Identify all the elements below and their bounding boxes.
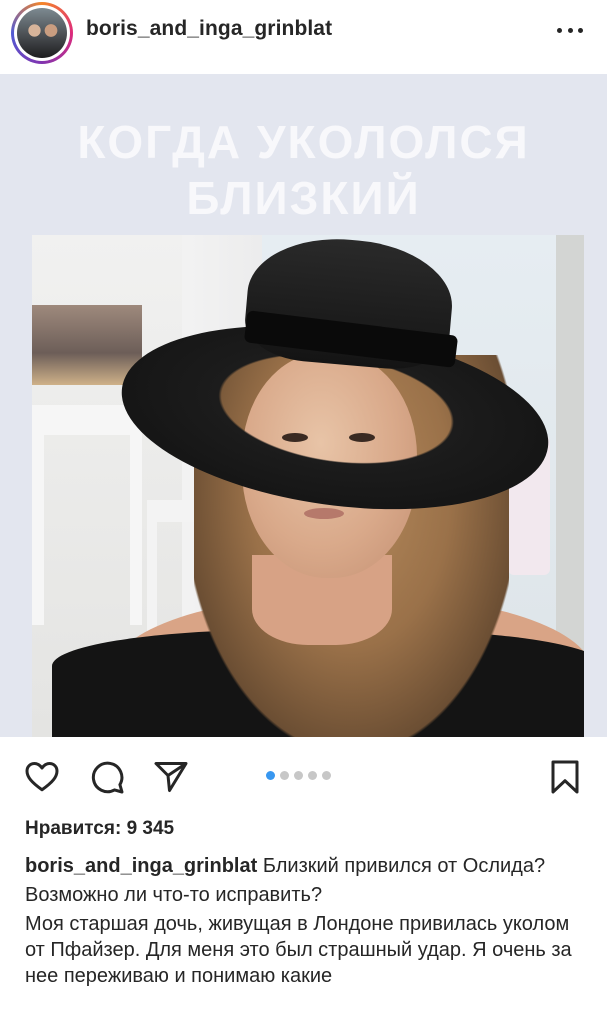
post-title-overlay: КОГДА УКОЛОЛСЯ БЛИЗКИЙ (77, 116, 530, 224)
comment-icon[interactable] (87, 757, 127, 797)
post-actions-bar (0, 737, 607, 817)
carousel-dot (308, 771, 317, 780)
avatar[interactable] (11, 2, 73, 64)
bookmark-icon[interactable] (545, 757, 585, 797)
caption-question: Возможно ли что-то исправить? (25, 884, 323, 906)
caption-username[interactable]: boris_and_inga_grinblat (25, 855, 257, 877)
caption-body: Моя старшая дочь, живущая в Лондоне прив… (25, 913, 572, 987)
carousel-dot (322, 771, 331, 780)
post-caption: boris_and_inga_grinblat Близкий привился… (25, 853, 590, 989)
send-icon[interactable] (151, 757, 191, 797)
post-image[interactable]: КОГДА УКОЛОЛСЯ БЛИЗКИЙ (0, 74, 607, 737)
more-icon[interactable] (557, 18, 583, 42)
heart-icon[interactable] (22, 757, 62, 797)
header-username[interactable]: boris_and_inga_grinblat (86, 17, 332, 41)
caption-text: Близкий привился от Ослида? (257, 855, 546, 877)
post-photo (32, 235, 584, 737)
carousel-dot (280, 771, 289, 780)
likes-count[interactable]: Нравится: 9 345 (25, 818, 174, 840)
carousel-indicator (266, 771, 331, 780)
profile-photo (17, 8, 67, 58)
carousel-dot (294, 771, 303, 780)
carousel-dot (266, 771, 275, 780)
post-header: boris_and_inga_grinblat (0, 0, 607, 74)
